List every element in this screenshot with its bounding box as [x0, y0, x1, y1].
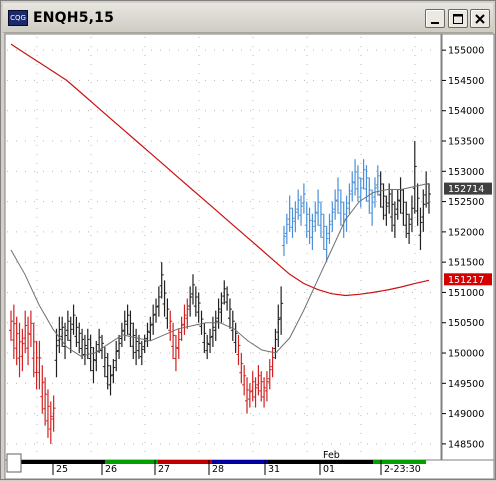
svg-text:151217: 151217 [448, 275, 484, 286]
x-tick-label: 27 [158, 464, 170, 475]
x-tick-label: 25 [56, 464, 68, 475]
y-tick-label: 153000 [448, 167, 484, 178]
price-box: 151217 [444, 273, 492, 286]
x-tick-label: 31 [268, 464, 280, 475]
svg-text:152714: 152714 [448, 184, 484, 195]
y-tick-label: 149000 [448, 409, 484, 420]
y-tick-label: 150500 [448, 318, 484, 329]
x-tick-label: 28 [212, 464, 224, 475]
y-tick-label: 155000 [448, 46, 484, 57]
y-tick-label: 149500 [448, 379, 484, 390]
scroll-handle[interactable] [6, 453, 22, 473]
x-tick-label: 2-23:30 [384, 464, 421, 475]
x-month-label: Feb [323, 450, 340, 461]
y-tick-label: 152500 [448, 197, 484, 208]
y-tick-label: 154000 [448, 106, 484, 117]
y-tick-label: 148500 [448, 439, 484, 450]
chart-window: CQG ENQH5,15 155000 154500 154000 153500 153… [0, 0, 496, 480]
y-tick-label: 150000 [448, 349, 484, 360]
x-tick-label: 26 [105, 464, 117, 475]
y-tick-label: 154500 [448, 76, 484, 87]
y-tick-label: 151500 [448, 258, 484, 269]
price-axis[interactable] [441, 33, 495, 461]
session-segment [21, 460, 51, 464]
y-tick-label: 151000 [448, 288, 484, 299]
x-tick-label: 01 [323, 464, 335, 475]
plot-area[interactable] [4, 33, 442, 461]
price-chart[interactable]: 155000 154500 154000 153500 153000 152500 1520… [1, 1, 496, 481]
price-box: 152714 [444, 182, 492, 195]
y-tick-label: 153500 [448, 137, 484, 148]
y-tick-label: 152000 [448, 227, 484, 238]
